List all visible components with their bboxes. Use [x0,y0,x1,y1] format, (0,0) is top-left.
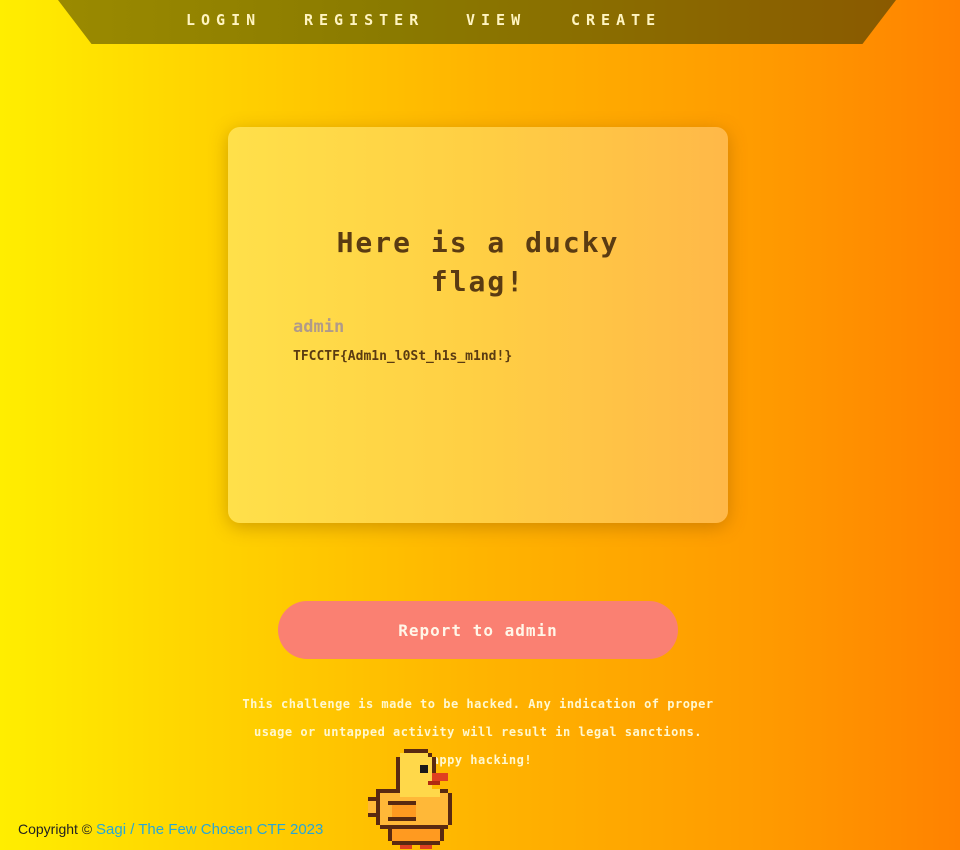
disclaimer-line-1: This challenge is made to be hacked. Any… [242,697,714,711]
card-title: Here is a ducky flag! [336,226,620,298]
top-nav: LOGIN REGISTER VIEW CREATE [58,0,896,44]
disclaimer-line-2: usage or untapped activity will result i… [253,725,703,739]
card-username: admin [293,317,345,337]
report-to-admin-button[interactable]: Report to admin [278,601,678,659]
nav-create[interactable]: CREATE [571,11,661,29]
nav-register[interactable]: REGISTER [304,11,424,29]
card-flag: TFCCTF{Adm1n_l0St_h1s_m1nd!} [293,349,513,364]
disclaimer: This challenge is made to be hacked. Any… [228,690,728,774]
nav-view[interactable]: VIEW [466,11,526,29]
copyright-text: Copyright © [18,821,93,837]
footer: Copyright © Sagi / The Few Chosen CTF 20… [18,821,323,838]
nav-login[interactable]: LOGIN [186,11,261,29]
footer-link[interactable]: Sagi / The Few Chosen CTF 2023 [96,821,323,838]
pixel-duck-icon [368,749,452,849]
flag-card: Here is a ducky flag! admin TFCCTF{Adm1n… [228,127,728,523]
disclaimer-line-3: Happy hacking! [423,753,533,767]
